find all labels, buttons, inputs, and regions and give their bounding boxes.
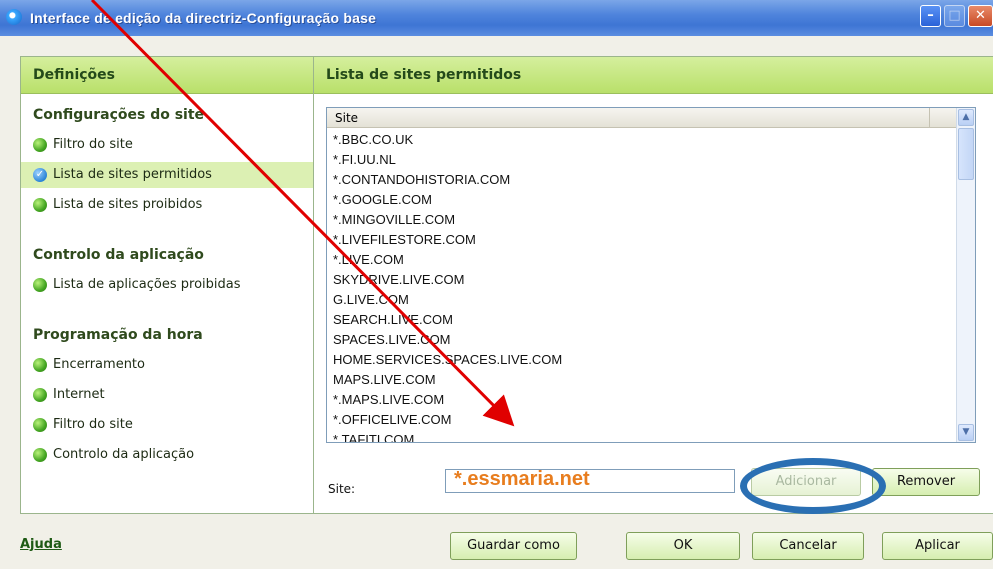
save-as-button[interactable]: Guardar como — [450, 532, 577, 560]
close-icon[interactable]: ✕ — [968, 5, 993, 27]
site-input[interactable]: *.essmaria.net — [445, 468, 735, 493]
column-header-site[interactable]: Site — [327, 108, 929, 128]
list-item[interactable]: *.LIVE.COM — [333, 250, 933, 270]
site-field-label: Site: — [328, 482, 356, 496]
app-icon — [6, 9, 22, 25]
sites-rows: *.BBC.CO.UK *.FI.UU.NL *.CONTANDOHISTORI… — [333, 130, 933, 442]
section-time-schedule: Programação da hora — [33, 327, 203, 343]
check-icon: ✓ — [33, 168, 47, 182]
nav-item-schedule-app-control[interactable]: Controlo da aplicação — [21, 442, 313, 468]
remove-button[interactable]: Remover — [872, 468, 980, 496]
scroll-thumb[interactable] — [958, 128, 974, 180]
maximize-icon[interactable]: □ — [944, 5, 965, 27]
sites-listbox[interactable]: Site *.BBC.CO.UK *.FI.UU.NL *.CONTANDOHI… — [326, 107, 976, 443]
window-title: Interface de edição da directriz-Configu… — [30, 10, 377, 26]
list-item[interactable]: *.OFFICELIVE.COM — [333, 410, 933, 430]
nav-item-label: Lista de sites proibidos — [53, 197, 203, 212]
green-dot-icon — [33, 418, 47, 432]
policy-editor-window: Interface de edição da directriz-Configu… — [0, 0, 993, 569]
cancel-button[interactable]: Cancelar — [752, 532, 864, 560]
scroll-up-icon[interactable]: ▲ — [958, 109, 974, 126]
list-item[interactable]: G.LIVE.COM — [333, 290, 933, 310]
list-item[interactable]: *.FI.UU.NL — [333, 150, 933, 170]
list-item[interactable]: *.GOOGLE.COM — [333, 190, 933, 210]
ok-button[interactable]: OK — [626, 532, 740, 560]
settings-header: Definições — [21, 57, 313, 94]
list-item[interactable]: SPACES.LIVE.COM — [333, 330, 933, 350]
list-item[interactable]: MAPS.LIVE.COM — [333, 370, 933, 390]
apply-button[interactable]: Aplicar — [882, 532, 993, 560]
nav-item-label: Encerramento — [53, 357, 145, 372]
nav-item-label: Filtro do site — [53, 137, 133, 152]
nav-item-schedule-site-filter[interactable]: Filtro do site — [21, 412, 313, 438]
nav-item-label: Filtro do site — [53, 417, 133, 432]
allowed-sites-header: Lista de sites permitidos — [314, 57, 993, 94]
green-dot-icon — [33, 388, 47, 402]
green-dot-icon — [33, 138, 47, 152]
list-item[interactable]: *.MAPS.LIVE.COM — [333, 390, 933, 410]
nav-item-blocked-sites[interactable]: Lista de sites proibidos — [21, 192, 313, 218]
allowed-sites-panel: Lista de sites permitidos Site *.BBC.CO.… — [313, 56, 993, 514]
list-item[interactable]: SKYDRIVE.LIVE.COM — [333, 270, 933, 290]
nav-item-internet[interactable]: Internet — [21, 382, 313, 408]
scroll-down-icon[interactable]: ▼ — [958, 424, 974, 441]
green-dot-icon — [33, 198, 47, 212]
settings-panel: Definições Configurações do site Filtro … — [20, 56, 314, 514]
green-dot-icon — [33, 278, 47, 292]
add-button[interactable]: Adicionar — [751, 468, 861, 496]
nav-item-label: Lista de aplicações proibidas — [53, 277, 241, 292]
column-header-extra — [929, 108, 957, 128]
title-bar[interactable]: Interface de edição da directriz-Configu… — [0, 0, 993, 36]
nav-item-label: Lista de sites permitidos — [53, 167, 212, 182]
list-item[interactable]: *.MINGOVILLE.COM — [333, 210, 933, 230]
nav-item-label: Internet — [53, 387, 105, 402]
green-dot-icon — [33, 448, 47, 462]
section-app-control: Controlo da aplicação — [33, 247, 204, 263]
vertical-scrollbar[interactable]: ▲ ▼ — [956, 108, 975, 442]
nav-item-allowed-sites[interactable]: ✓ Lista de sites permitidos — [21, 162, 313, 188]
list-item[interactable]: *.LIVEFILESTORE.COM — [333, 230, 933, 250]
list-item[interactable]: *.TAFITI.COM — [333, 430, 933, 442]
green-dot-icon — [33, 358, 47, 372]
section-site-settings: Configurações do site — [33, 107, 205, 123]
nav-item-site-filter[interactable]: Filtro do site — [21, 132, 313, 158]
help-link[interactable]: Ajuda — [20, 537, 62, 552]
list-item[interactable]: SEARCH.LIVE.COM — [333, 310, 933, 330]
nav-item-label: Controlo da aplicação — [53, 447, 195, 462]
minimize-icon[interactable]: – — [920, 5, 941, 27]
list-item[interactable]: HOME.SERVICES.SPACES.LIVE.COM — [333, 350, 933, 370]
nav-item-shutdown[interactable]: Encerramento — [21, 352, 313, 378]
list-item[interactable]: *.BBC.CO.UK — [333, 130, 933, 150]
nav-item-blocked-apps[interactable]: Lista de aplicações proibidas — [21, 272, 313, 298]
site-input-value: *.essmaria.net — [454, 468, 590, 490]
list-item[interactable]: *.CONTANDOHISTORIA.COM — [333, 170, 933, 190]
